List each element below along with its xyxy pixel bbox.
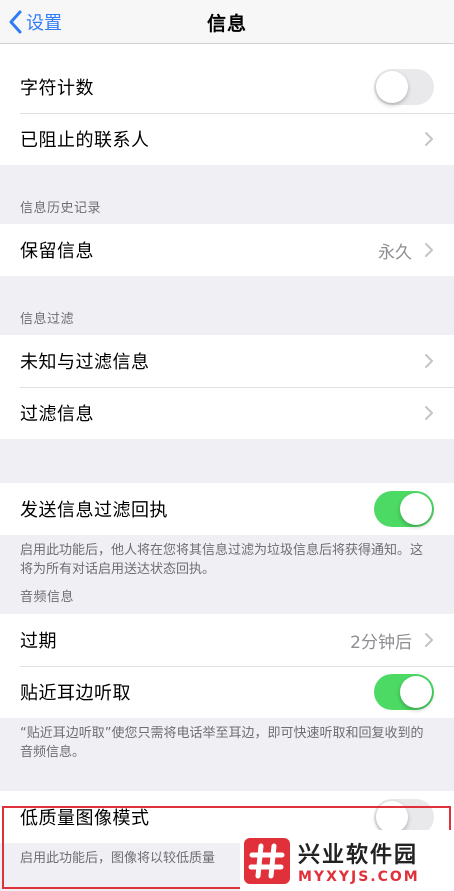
filtering-header-text: 信息过滤	[20, 312, 75, 327]
char-count-row: 字符计数	[0, 61, 454, 113]
unknown-filtered-row[interactable]: 未知与过滤信息	[0, 335, 454, 387]
raise-to-listen-toggle[interactable]	[374, 674, 434, 710]
expire-row[interactable]: 过期 2分钟后	[0, 614, 454, 666]
audio-header-text: 音频信息	[20, 590, 75, 605]
raise-to-listen-label: 贴近耳边听取	[20, 683, 131, 704]
chevron-right-icon	[425, 354, 433, 368]
raise-to-listen-row: 贴近耳边听取	[0, 666, 454, 718]
filtering-header: 信息过滤	[0, 276, 454, 335]
receipt-group: 发送信息过滤回执	[0, 483, 454, 535]
chevron-right-icon	[425, 132, 433, 146]
audio-group: 过期 2分钟后 贴近耳边听取	[0, 614, 454, 718]
char-count-toggle[interactable]	[374, 69, 434, 105]
char-count-label: 字符计数	[20, 78, 94, 99]
audio-footer: “贴近耳边听取”使您只需将电话举至耳边，即可快速听取和回复收到的音频信息。	[20, 726, 424, 760]
watermark-logo	[244, 837, 290, 884]
history-group: 保留信息 永久	[0, 224, 454, 276]
settings-content: 字符计数 已阻止的联系人 信息历史记录 保留信息 永久 信息过滤 未知与过滤信息…	[0, 44, 454, 868]
top-group: 字符计数 已阻止的联系人	[0, 44, 454, 165]
keep-messages-row[interactable]: 保留信息 永久	[0, 224, 454, 276]
page-title: 信息	[206, 13, 247, 35]
filter-receipt-label: 发送信息过滤回执	[20, 500, 168, 521]
audio-header: 音频信息	[0, 578, 454, 614]
blocked-contacts-row[interactable]: 已阻止的联系人	[0, 113, 454, 165]
chevron-right-icon	[425, 406, 433, 420]
expire-label: 过期	[20, 631, 57, 652]
filtered-messages-row[interactable]: 过滤信息	[0, 387, 454, 439]
toggle-knob	[376, 71, 408, 103]
watermark: 兴业软件园 MYXYJS.COM	[240, 830, 454, 891]
chevron-right-icon	[425, 243, 433, 257]
keep-messages-value: 永久	[378, 242, 412, 263]
filtering-group: 未知与过滤信息 过滤信息	[0, 335, 454, 439]
hash-icon	[248, 843, 285, 878]
keep-messages-label: 保留信息	[20, 241, 94, 262]
chevron-right-icon	[425, 633, 433, 647]
expire-value: 2分钟后	[350, 632, 412, 653]
watermark-text: 兴业软件园 MYXYJS.COM	[298, 837, 420, 885]
watermark-subtitle: MYXYJS.COM	[298, 868, 420, 885]
toggle-knob	[400, 493, 432, 525]
low-quality-label: 低质量图像模式	[20, 808, 150, 829]
history-header-text: 信息历史记录	[20, 201, 102, 216]
history-header: 信息历史记录	[0, 165, 454, 224]
unknown-filtered-label: 未知与过滤信息	[20, 352, 150, 373]
blocked-contacts-label: 已阻止的联系人	[20, 130, 150, 151]
toggle-knob	[400, 676, 432, 708]
navigation-bar: 设置 信息	[0, 0, 454, 44]
watermark-title: 兴业软件园	[298, 842, 419, 868]
receipt-footer: 启用此功能后，他人将在您将其信息过滤为垃圾信息后将获得通知。这将为所有对话启用送…	[20, 543, 424, 577]
filter-receipt-toggle[interactable]	[374, 491, 434, 527]
toggle-knob	[376, 801, 408, 833]
filtered-messages-label: 过滤信息	[20, 404, 94, 425]
filter-receipt-row: 发送信息过滤回执	[0, 483, 454, 535]
